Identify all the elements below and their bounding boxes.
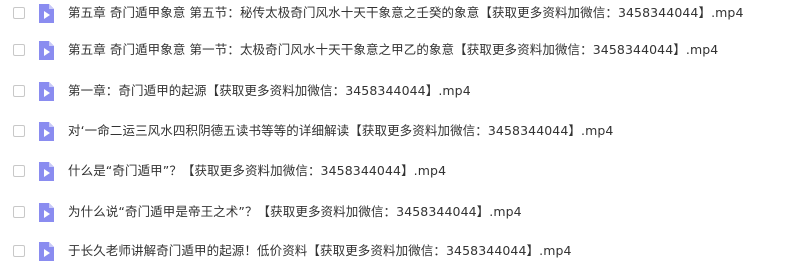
file-name[interactable]: 为什么说“奇门遁甲是帝王之术”？【获取更多资料加微信：3458344044】.m… — [68, 204, 522, 220]
file-name[interactable]: 于长久老师讲解奇门遁甲的起源！低价资料【获取更多资料加微信：3458344044… — [68, 243, 572, 259]
video-file-icon — [38, 241, 55, 262]
file-row[interactable]: 对‘一命二运三风水四积阴德五读书等等的详细解读【获取更多资料加微信：345834… — [0, 112, 804, 150]
file-checkbox[interactable] — [13, 85, 25, 97]
video-file-icon — [38, 40, 55, 61]
file-checkbox[interactable] — [13, 206, 25, 218]
video-file-icon — [38, 81, 55, 102]
video-file-icon — [38, 202, 55, 223]
file-checkbox[interactable] — [13, 44, 25, 56]
video-file-icon — [38, 161, 55, 182]
file-row[interactable]: 第五章 奇门遁甲象意 第五节：秘传太极奇门风水十天干象意之壬癸的象意【获取更多资… — [0, 0, 804, 32]
file-row[interactable]: 第一章：奇门遁甲的起源【获取更多资料加微信：3458344044】.mp4 — [0, 72, 804, 110]
file-name[interactable]: 第五章 奇门遁甲象意 第一节：太极奇门风水十天干象意之甲乙的象意【获取更多资料加… — [68, 42, 718, 58]
file-checkbox[interactable] — [13, 125, 25, 137]
file-name[interactable]: 第一章：奇门遁甲的起源【获取更多资料加微信：3458344044】.mp4 — [68, 83, 471, 99]
video-file-icon — [38, 121, 55, 142]
file-name[interactable]: 对‘一命二运三风水四积阴德五读书等等的详细解读【获取更多资料加微信：345834… — [68, 123, 613, 139]
file-checkbox[interactable] — [13, 165, 25, 177]
file-row[interactable]: 什么是“奇门遁甲”？【获取更多资料加微信：3458344044】.mp4 — [0, 152, 804, 190]
file-list: 第五章 奇门遁甲象意 第五节：秘传太极奇门风水十天干象意之壬癸的象意【获取更多资… — [0, 0, 804, 273]
file-row[interactable]: 第五章 奇门遁甲象意 第一节：太极奇门风水十天干象意之甲乙的象意【获取更多资料加… — [0, 31, 804, 69]
file-checkbox[interactable] — [13, 7, 25, 19]
file-checkbox[interactable] — [13, 245, 25, 257]
file-row[interactable]: 于长久老师讲解奇门遁甲的起源！低价资料【获取更多资料加微信：3458344044… — [0, 232, 804, 270]
file-name[interactable]: 什么是“奇门遁甲”？【获取更多资料加微信：3458344044】.mp4 — [68, 163, 446, 179]
file-name[interactable]: 第五章 奇门遁甲象意 第五节：秘传太极奇门风水十天干象意之壬癸的象意【获取更多资… — [68, 5, 744, 21]
file-row[interactable]: 为什么说“奇门遁甲是帝王之术”？【获取更多资料加微信：3458344044】.m… — [0, 193, 804, 231]
video-file-icon — [38, 3, 55, 24]
